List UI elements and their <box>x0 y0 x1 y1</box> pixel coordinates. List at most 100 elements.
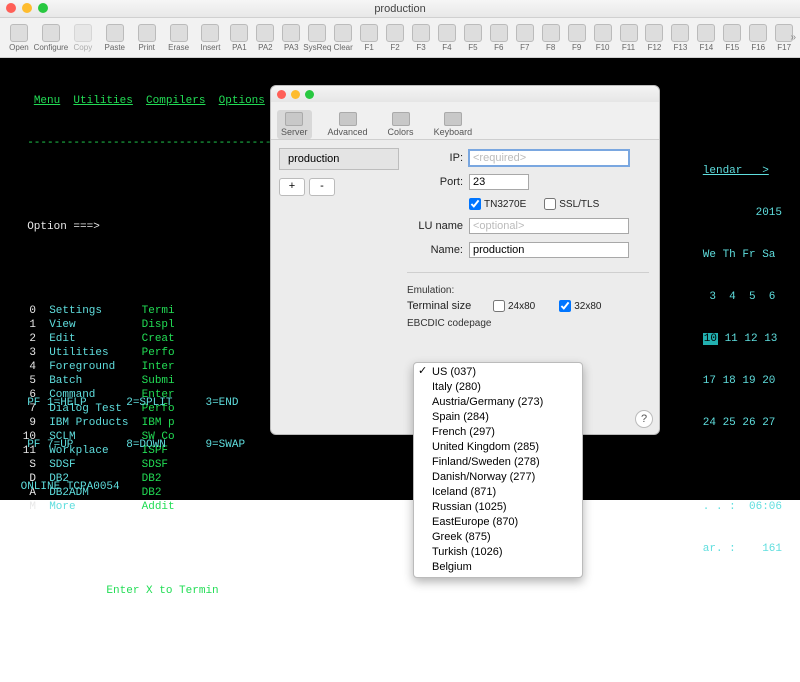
toolbar-icon <box>516 24 534 42</box>
menu-utilities[interactable]: Utilities <box>73 95 132 107</box>
toolbar-print-button[interactable]: Print <box>132 20 162 56</box>
window-titlebar: production <box>0 0 800 18</box>
toolbar-sysreq-button[interactable]: SysReq <box>305 20 329 56</box>
toolbar-f15-button[interactable]: F15 <box>720 20 744 56</box>
toolbar-f2-button[interactable]: F2 <box>383 20 407 56</box>
toolbar-f7-button[interactable]: F7 <box>513 20 537 56</box>
window-title: production <box>374 3 425 15</box>
codepage-dropdown[interactable]: US (037)Italy (280)Austria/Germany (273)… <box>413 362 583 578</box>
pref-tab-icon <box>444 112 462 126</box>
zoom-window-button[interactable] <box>38 3 48 13</box>
tn3270e-checkbox[interactable] <box>469 198 481 210</box>
codepage-option[interactable]: EastEurope (870) <box>414 515 582 530</box>
toolbar-overflow-icon[interactable]: » <box>790 32 796 43</box>
option-view[interactable]: View <box>49 319 141 331</box>
add-profile-button[interactable]: + <box>279 178 305 196</box>
option-prompt <box>14 221 27 233</box>
pref-tab-advanced[interactable]: Advanced <box>324 110 372 139</box>
pref-tab-keyboard[interactable]: Keyboard <box>430 110 477 139</box>
toolbar-f9-button[interactable]: F9 <box>565 20 589 56</box>
toolbar-configure-button[interactable]: Configure <box>36 20 66 56</box>
pref-tab-server[interactable]: Server <box>277 110 312 139</box>
toolbar-paste-button[interactable]: Paste <box>100 20 130 56</box>
codepage-option[interactable]: Russian (1025) <box>414 500 582 515</box>
toolbar-pa3-button[interactable]: PA3 <box>279 20 303 56</box>
lu-input[interactable] <box>469 218 629 234</box>
codepage-option[interactable]: Austria/Germany (273) <box>414 395 582 410</box>
toolbar-f3-button[interactable]: F3 <box>409 20 433 56</box>
toolbar-f12-button[interactable]: F12 <box>643 20 667 56</box>
toolbar-f11-button[interactable]: F11 <box>617 20 641 56</box>
toolbar-f6-button[interactable]: F6 <box>487 20 511 56</box>
calendar-link[interactable]: lendar > <box>703 165 769 177</box>
option-utilities[interactable]: Utilities <box>49 347 141 359</box>
profile-item[interactable]: production <box>280 149 398 169</box>
toolbar-f1-button[interactable]: F1 <box>357 20 381 56</box>
toolbar-f5-button[interactable]: F5 <box>461 20 485 56</box>
toolbar-f14-button[interactable]: F14 <box>694 20 718 56</box>
remove-profile-button[interactable]: - <box>309 178 335 196</box>
lu-label: LU name <box>407 220 463 232</box>
terminal-size-32x80-checkbox[interactable] <box>559 300 571 312</box>
codepage-option[interactable]: United Kingdom (285) <box>414 440 582 455</box>
toolbar-pa2-button[interactable]: PA2 <box>253 20 277 56</box>
help-button[interactable]: ? <box>635 410 653 428</box>
main-toolbar: OpenConfigureCopyPastePrintEraseInsertPA… <box>0 18 800 58</box>
menu-options[interactable]: Options <box>219 95 265 107</box>
toolbar-icon <box>568 24 586 42</box>
toolbar-icon <box>106 24 124 42</box>
toolbar-icon <box>594 24 612 42</box>
codepage-option[interactable]: French (297) <box>414 425 582 440</box>
menu-menu[interactable]: Menu <box>34 95 60 107</box>
codepage-option[interactable]: Iceland (871) <box>414 485 582 500</box>
option-more[interactable]: More <box>49 501 141 513</box>
toolbar-icon <box>201 24 219 42</box>
toolbar-pa1-button[interactable]: PA1 <box>227 20 251 56</box>
toolbar-icon <box>645 24 663 42</box>
toolbar-open-button[interactable]: Open <box>4 20 34 56</box>
terminal-size-label: Terminal size <box>407 300 487 312</box>
port-label: Port: <box>407 176 463 188</box>
codepage-option[interactable]: Turkish (1026) <box>414 545 582 560</box>
profiles-list[interactable]: production <box>279 148 399 170</box>
toolbar-copy-button[interactable]: Copy <box>68 20 98 56</box>
codepage-option[interactable]: Belgium <box>414 560 582 575</box>
pref-tab-colors[interactable]: Colors <box>384 110 418 139</box>
dialog-minimize-button[interactable] <box>291 90 300 99</box>
minimize-window-button[interactable] <box>22 3 32 13</box>
toolbar-f13-button[interactable]: F13 <box>668 20 692 56</box>
name-input[interactable] <box>469 242 629 258</box>
menu-compilers[interactable]: Compilers <box>146 95 205 107</box>
codepage-option[interactable]: Finland/Sweden (278) <box>414 455 582 470</box>
toolbar-f16-button[interactable]: F16 <box>746 20 770 56</box>
toolbar-icon <box>490 24 508 42</box>
toolbar-clear-button[interactable]: Clear <box>331 20 355 56</box>
option-settings[interactable]: Settings <box>49 305 141 317</box>
ip-input[interactable] <box>469 150 629 166</box>
codepage-option[interactable]: US (037) <box>414 365 582 380</box>
toolbar-icon <box>230 24 248 42</box>
codepage-option[interactable]: Greek (875) <box>414 530 582 545</box>
toolbar-erase-button[interactable]: Erase <box>164 20 194 56</box>
ssl-checkbox[interactable] <box>544 198 556 210</box>
calendar-panel: lendar > 2015 We Th Fr Sa 3 4 5 6 10 11 … <box>703 136 782 584</box>
toolbar-icon <box>412 24 430 42</box>
toolbar-f10-button[interactable]: F10 <box>591 20 615 56</box>
dialog-zoom-button[interactable] <box>305 90 314 99</box>
port-input[interactable] <box>469 174 529 190</box>
terminal-size-24x80-checkbox[interactable] <box>493 300 505 312</box>
window-controls <box>6 3 48 13</box>
close-window-button[interactable] <box>6 3 16 13</box>
codepage-option[interactable]: Spain (284) <box>414 410 582 425</box>
toolbar-icon <box>10 24 28 42</box>
toolbar-f8-button[interactable]: F8 <box>539 20 563 56</box>
preferences-tabbar: Server Advanced Colors Keyboard <box>271 102 659 140</box>
codepage-label: EBCDIC codepage <box>407 318 649 329</box>
dialog-close-button[interactable] <box>277 90 286 99</box>
option-edit[interactable]: Edit <box>49 333 141 345</box>
toolbar-f4-button[interactable]: F4 <box>435 20 459 56</box>
emulation-label: Emulation: <box>407 285 649 296</box>
codepage-option[interactable]: Italy (280) <box>414 380 582 395</box>
codepage-option[interactable]: Danish/Norway (277) <box>414 470 582 485</box>
toolbar-insert-button[interactable]: Insert <box>196 20 226 56</box>
